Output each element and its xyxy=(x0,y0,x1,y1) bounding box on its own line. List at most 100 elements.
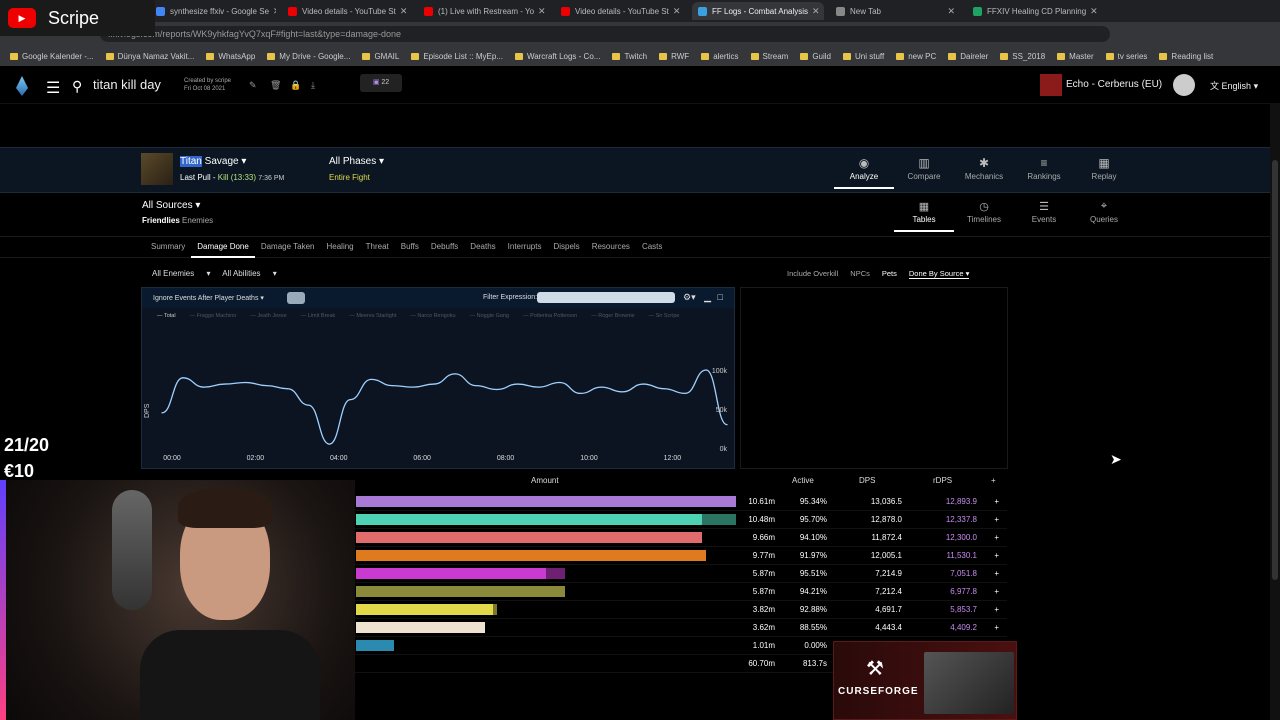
tab-healing[interactable]: Healing xyxy=(321,236,360,258)
add-icon[interactable]: + xyxy=(989,623,999,632)
close-icon[interactable]: ✕ xyxy=(534,6,546,17)
friendlies-tab[interactable]: Friendlies xyxy=(142,216,180,225)
add-icon[interactable]: + xyxy=(989,587,999,596)
bookmark-item[interactable]: Daireler xyxy=(948,52,988,61)
close-icon[interactable]: ✕ xyxy=(396,6,408,17)
tab-damage-taken[interactable]: Damage Taken xyxy=(255,236,321,258)
bookmark-item[interactable]: Twitch xyxy=(612,52,647,61)
col-rdps[interactable]: rDPS xyxy=(933,476,952,485)
tab-dispels[interactable]: Dispels xyxy=(547,236,585,258)
browser-tab[interactable]: Video details - YouTube St ✕ xyxy=(555,2,686,20)
filter-expression-input[interactable] xyxy=(537,292,675,303)
user-avatar[interactable] xyxy=(1173,74,1195,96)
include-overkill-toggle[interactable]: Include Overkill xyxy=(787,269,838,279)
tab-casts[interactable]: Casts xyxy=(636,236,668,258)
tab-summary[interactable]: Summary xyxy=(145,236,191,258)
bookmark-item[interactable]: tv series xyxy=(1105,52,1147,61)
scrollbar-thumb[interactable] xyxy=(1272,160,1278,580)
ignore-deaths-select[interactable]: Ignore Events After Player Deaths ▾ xyxy=(153,294,264,302)
abilities-filter[interactable]: All Abilities ▾ xyxy=(222,269,277,278)
view-events[interactable]: ☰ Events xyxy=(1014,200,1074,224)
tab-buffs[interactable]: Buffs xyxy=(395,236,425,258)
nav-rankings[interactable]: ≡ Rankings xyxy=(1014,156,1074,181)
tab-resources[interactable]: Resources xyxy=(586,236,636,258)
sources-select[interactable]: All Sources ▾ xyxy=(142,200,200,211)
bookmark-item[interactable]: RWF xyxy=(659,52,689,61)
graph-toggle[interactable] xyxy=(287,292,305,304)
browser-tab[interactable]: synthesize ffxiv - Google Se✕ xyxy=(150,2,276,20)
nav-compare[interactable]: ▥ Compare xyxy=(894,156,954,181)
bookmark-item[interactable]: Guild xyxy=(800,52,831,61)
done-by-select[interactable]: Done By Source ▾ xyxy=(908,269,970,279)
language-select[interactable]: 文 English ▾ xyxy=(1210,79,1258,92)
view-queries[interactable]: ⌖ Queries xyxy=(1074,200,1134,224)
phase-select[interactable]: All Phases ▾ xyxy=(329,156,384,167)
browser-tab[interactable]: FF Logs - Combat Analysis ✕ xyxy=(692,2,824,20)
pull-info[interactable]: Last Pull - Kill (13:33) 7:36 PM xyxy=(180,173,284,182)
npcs-toggle[interactable]: NPCs xyxy=(850,269,870,279)
bookmark-item[interactable]: Episode List :: MyEp... xyxy=(411,52,503,61)
browser-tab[interactable]: (1) Live with Restream - Yo ✕ xyxy=(418,2,549,20)
bookmark-item[interactable]: WhatsApp xyxy=(206,52,255,61)
fflogs-logo-icon[interactable] xyxy=(16,76,28,96)
boss-select[interactable]: Titan Savage ▾ xyxy=(180,156,246,167)
lock-icon[interactable]: 🔒 xyxy=(290,80,301,91)
download-icon[interactable]: ⤓ xyxy=(311,80,315,91)
tab-damage-done[interactable]: Damage Done xyxy=(191,236,255,258)
add-icon[interactable]: + xyxy=(989,551,999,560)
maximize-icon[interactable]: □ xyxy=(718,292,723,302)
bookmark-item[interactable]: GMAIL xyxy=(362,52,399,61)
bookmark-item[interactable]: Uni stuff xyxy=(843,52,884,61)
nav-analyze[interactable]: ◉ Analyze xyxy=(834,156,894,189)
tab-interrupts[interactable]: Interrupts xyxy=(502,236,548,258)
col-add[interactable]: + xyxy=(991,476,996,485)
add-icon[interactable]: + xyxy=(989,515,999,524)
add-icon[interactable]: + xyxy=(989,497,999,506)
add-icon[interactable]: + xyxy=(989,605,999,614)
col-active[interactable]: Active xyxy=(792,476,814,485)
nav-mechanics[interactable]: ✱ Mechanics xyxy=(954,156,1014,181)
url-field[interactable]: ffxivlogs.com/reports/WK9yhkfagYvQ7xqF#f… xyxy=(100,26,1110,42)
view-tables[interactable]: ▦ Tables xyxy=(894,200,954,232)
col-amount[interactable]: Amount xyxy=(531,476,559,485)
enemies-filter[interactable]: All Enemies ▾ xyxy=(152,269,211,278)
pets-toggle[interactable]: Pets xyxy=(882,269,897,279)
browser-tab[interactable]: Video details - YouTube St ✕ xyxy=(282,2,412,20)
bookmark-item[interactable]: new PC xyxy=(896,52,936,61)
tab-debuffs[interactable]: Debuffs xyxy=(425,236,464,258)
search-icon[interactable]: ⚲ xyxy=(72,78,82,95)
close-icon[interactable]: ✕ xyxy=(808,6,820,17)
minimize-icon[interactable]: ▁ xyxy=(704,292,711,302)
server-name[interactable]: Echo - Cerberus (EU) xyxy=(1066,79,1162,90)
view-timelines[interactable]: ◷ Timelines xyxy=(954,200,1014,224)
bookmark-item[interactable]: Google Kalender -... xyxy=(10,52,94,61)
bookmark-item[interactable]: Warcraft Logs - Co... xyxy=(514,52,600,61)
close-icon[interactable]: ✕ xyxy=(943,6,955,17)
bookmark-item[interactable]: alertics xyxy=(701,52,739,61)
browser-tab[interactable]: FFXIV Healing CD Planning ✕ xyxy=(967,2,1098,20)
enemies-tab[interactable]: Enemies xyxy=(182,216,213,225)
comments-button[interactable]: ▣ 22 xyxy=(360,74,402,92)
bookmark-item[interactable]: Dünya Namaz Vakit... xyxy=(105,52,194,61)
bookmark-item[interactable]: Stream xyxy=(750,52,788,61)
browser-tab[interactable]: New Tab ✕ xyxy=(830,2,961,20)
gear-icon[interactable]: ⚙ xyxy=(683,292,691,302)
bookmark-item[interactable]: My Drive - Google... xyxy=(267,52,350,61)
bookmark-item[interactable]: SS_2018 xyxy=(1000,52,1045,61)
advertisement[interactable]: ⚒ CURSEFORGE xyxy=(833,641,1017,720)
close-icon[interactable]: ✕ xyxy=(1086,6,1098,17)
col-dps[interactable]: DPS xyxy=(859,476,875,485)
add-icon[interactable]: + xyxy=(989,533,999,542)
edit-icon[interactable]: ✎ xyxy=(249,80,257,91)
close-icon[interactable]: ✕ xyxy=(669,6,681,17)
bookmark-item[interactable]: Reading list xyxy=(1159,52,1213,61)
nav-replay[interactable]: ▦ Replay xyxy=(1074,156,1134,181)
bookmark-item[interactable]: Master xyxy=(1057,52,1094,61)
bookmark-label: My Drive - Google... xyxy=(279,51,351,61)
add-icon[interactable]: + xyxy=(989,569,999,578)
delete-icon[interactable]: 🗑 xyxy=(270,80,281,91)
close-icon[interactable]: ✕ xyxy=(269,6,276,17)
tab-threat[interactable]: Threat xyxy=(360,236,395,258)
menu-icon[interactable]: ☰ xyxy=(46,78,60,98)
tab-deaths[interactable]: Deaths xyxy=(464,236,501,258)
